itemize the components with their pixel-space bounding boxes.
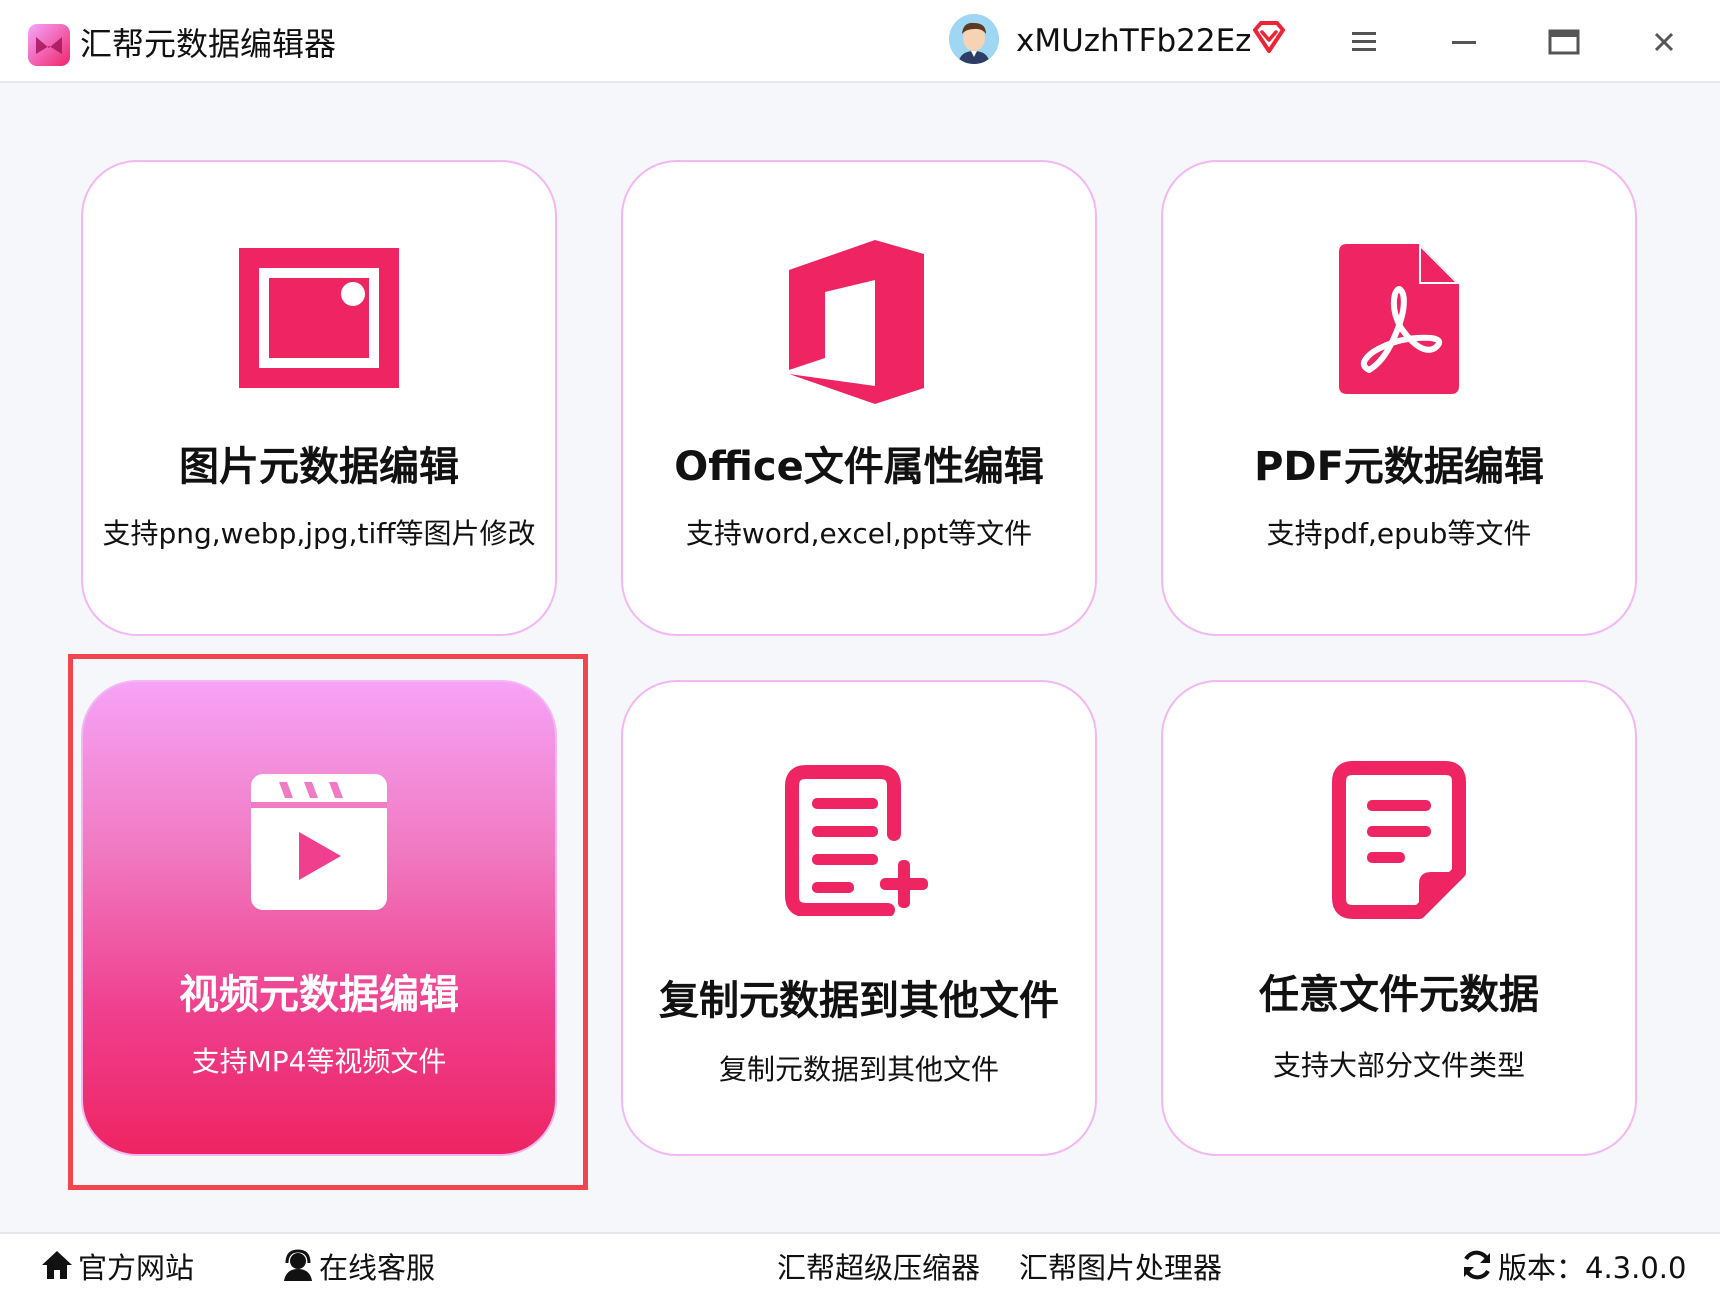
app-title: 汇帮元数据编辑器 bbox=[80, 25, 337, 63]
card-title: Office文件属性编辑 bbox=[674, 444, 1044, 490]
username[interactable]: xMUzhTFb22Ez bbox=[1016, 20, 1251, 62]
document-icon bbox=[1331, 760, 1467, 924]
close-icon[interactable] bbox=[1644, 22, 1684, 62]
card-title: 复制元数据到其他文件 bbox=[659, 978, 1059, 1024]
app-logo-icon bbox=[28, 24, 70, 66]
office-icon bbox=[789, 240, 929, 408]
card-office-properties[interactable]: Office文件属性编辑 支持word,excel,ppt等文件 bbox=[621, 160, 1097, 636]
card-title: 图片元数据编辑 bbox=[179, 444, 459, 490]
card-title: 任意文件元数据 bbox=[1259, 972, 1539, 1018]
card-subtitle: 复制元数据到其他文件 bbox=[718, 1053, 999, 1086]
card-title: PDF元数据编辑 bbox=[1254, 444, 1544, 490]
online-support-label: 在线客服 bbox=[319, 1251, 436, 1285]
maximize-icon[interactable] bbox=[1544, 22, 1584, 62]
version-label: 版本：4.3.0.0 bbox=[1498, 1251, 1687, 1285]
title-bar: 汇帮元数据编辑器 xMUzhTFb22Ez bbox=[0, 0, 1720, 83]
vip-diamond-icon[interactable] bbox=[1250, 18, 1288, 56]
document-add-icon bbox=[784, 764, 934, 920]
support-agent-icon bbox=[281, 1249, 315, 1291]
minimize-icon[interactable] bbox=[1444, 22, 1484, 62]
home-icon bbox=[40, 1249, 74, 1291]
compressor-link[interactable]: 汇帮超级压缩器 bbox=[777, 1248, 980, 1288]
online-support-link[interactable]: 在线客服 bbox=[281, 1248, 435, 1291]
card-subtitle: 支持pdf,epub等文件 bbox=[1266, 517, 1532, 550]
card-copy-metadata[interactable]: 复制元数据到其他文件 复制元数据到其他文件 bbox=[621, 680, 1097, 1156]
selection-highlight bbox=[68, 654, 588, 1190]
user-avatar[interactable] bbox=[949, 14, 999, 64]
version-info[interactable]: 版本：4.3.0.0 bbox=[1460, 1248, 1686, 1291]
card-subtitle: 支持png,webp,jpg,tiff等图片修改 bbox=[102, 517, 536, 550]
footer-bar: 官方网站 在线客服 汇帮超级压缩器 汇帮图片处理器 版本：4.3.0.0 bbox=[0, 1232, 1720, 1302]
card-pdf-metadata[interactable]: PDF元数据编辑 支持pdf,epub等文件 bbox=[1161, 160, 1637, 636]
card-image-metadata[interactable]: 图片元数据编辑 支持png,webp,jpg,tiff等图片修改 bbox=[81, 160, 557, 636]
pdf-icon bbox=[1339, 244, 1459, 398]
image-icon bbox=[239, 248, 399, 392]
card-subtitle: 支持word,excel,ppt等文件 bbox=[685, 517, 1033, 550]
refresh-icon bbox=[1460, 1249, 1494, 1291]
official-website-label: 官方网站 bbox=[78, 1251, 195, 1285]
card-subtitle: 支持大部分文件类型 bbox=[1272, 1049, 1525, 1082]
menu-icon[interactable] bbox=[1344, 22, 1384, 62]
image-processor-link[interactable]: 汇帮图片处理器 bbox=[1019, 1248, 1222, 1288]
official-website-link[interactable]: 官方网站 bbox=[40, 1248, 194, 1291]
card-any-file-metadata[interactable]: 任意文件元数据 支持大部分文件类型 bbox=[1161, 680, 1637, 1156]
